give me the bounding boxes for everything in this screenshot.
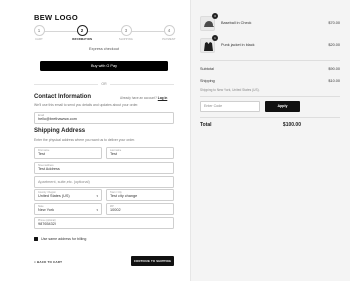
billing-same-label: Use same address for billing <box>41 237 87 241</box>
shipping-value: $10.00 <box>328 79 340 83</box>
phone-field[interactable]: Phone (optional) 98765432l <box>34 217 174 229</box>
back-to-cart-link[interactable]: < BACK TO CART <box>34 260 62 264</box>
total-label: Total <box>200 122 212 128</box>
city-field[interactable]: Town / City Test city change <box>106 189 174 201</box>
phone-value: 98765432l <box>38 222 56 226</box>
street-address-field[interactable]: Street address Test Address <box>34 162 174 174</box>
email-value: hello@brethawww.com <box>38 117 77 121</box>
brand-logo[interactable]: BEW LOGO <box>34 13 78 22</box>
checkout-stepper: 1 Cart 2 Information 3 Shipping 4 Paymen… <box>33 24 176 44</box>
shipping-note: Enter the physical address where you wan… <box>34 138 136 142</box>
step-label: Information <box>71 38 93 41</box>
step-number: 2 <box>76 25 88 36</box>
zip-field[interactable]: ZIP 10002 <box>106 203 174 215</box>
country-value: United States (US) <box>38 194 70 198</box>
contact-note: We'll use this email to send you details… <box>34 103 139 107</box>
subtotal-value: $90.00 <box>328 67 340 71</box>
account-prompt: Already have an account? Log in <box>120 96 167 100</box>
divider <box>200 60 340 61</box>
email-field[interactable]: Email hello@brethawww.com <box>34 112 174 124</box>
apply-button[interactable]: Apply <box>265 101 300 112</box>
step-label: Cart <box>35 38 43 41</box>
continue-to-shipping-button[interactable]: CONTINUE TO SHIPPING <box>131 256 174 266</box>
country-select[interactable]: Country / Region United States (US) ▾ <box>34 189 102 201</box>
last-name-value: Test <box>110 152 117 156</box>
google-pay-button[interactable]: Buy with G Pay <box>40 61 168 71</box>
step-information[interactable]: 2 Information <box>69 25 95 41</box>
subtotal-label: Subtotal <box>200 67 214 71</box>
state-select[interactable]: State New York ▾ <box>34 203 102 215</box>
account-prompt-text: Already have an account? <box>120 96 157 100</box>
or-separator: OR <box>101 82 107 86</box>
shipping-destination-note: Shipping to New York, United States (US)… <box>200 88 260 92</box>
order-item: 1 Punk jacket in black $20.00 <box>200 35 340 54</box>
item-name: Punk jacket in black <box>221 43 255 47</box>
step-label: Payment <box>162 38 176 41</box>
street-address-value: Test Address <box>38 167 60 171</box>
chevron-down-icon: ▾ <box>96 208 98 212</box>
step-label: Shipping <box>119 38 133 41</box>
express-checkout-title: Express checkout <box>89 47 119 51</box>
item-price: $20.00 <box>328 43 340 47</box>
stepper-line <box>39 31 169 32</box>
item-name: Baseball in Check <box>221 21 252 25</box>
shipping-label: Shipping <box>200 79 215 83</box>
promo-code-input[interactable]: Enter Code <box>200 101 260 112</box>
apartment-placeholder: Apartment, suite,etc. (optional) <box>38 180 90 184</box>
city-value: Test city change <box>110 194 138 198</box>
zip-value: 10002 <box>110 208 121 212</box>
step-cart[interactable]: 1 Cart <box>26 25 52 41</box>
contact-heading: Contact Information <box>34 94 91 100</box>
state-value: New York <box>38 208 55 212</box>
login-link[interactable]: Log in <box>158 96 168 100</box>
step-number: 1 <box>33 25 45 36</box>
divider <box>200 117 340 118</box>
apartment-field[interactable]: Apartment, suite,etc. (optional) <box>34 176 174 188</box>
billing-same-checkbox[interactable] <box>34 237 38 241</box>
first-name-field[interactable]: First name Test <box>34 147 102 159</box>
quantity-badge: 1 <box>212 35 218 41</box>
step-number: 4 <box>163 25 175 36</box>
quantity-badge: 3 <box>212 13 218 19</box>
divider <box>200 96 340 97</box>
shipping-heading: Shipping Address <box>34 128 86 134</box>
chevron-down-icon: ▾ <box>96 194 98 198</box>
step-shipping[interactable]: 3 Shipping <box>113 25 139 41</box>
first-name-value: Test <box>38 152 45 156</box>
total-value: $100.00 <box>282 122 301 128</box>
step-number: 3 <box>120 25 132 36</box>
step-payment[interactable]: 4 Payment <box>156 25 182 41</box>
order-item: 3 Baseball in Check $70.00 <box>200 13 340 32</box>
last-name-field[interactable]: Last name Test <box>106 147 174 159</box>
item-price: $70.00 <box>328 21 340 25</box>
